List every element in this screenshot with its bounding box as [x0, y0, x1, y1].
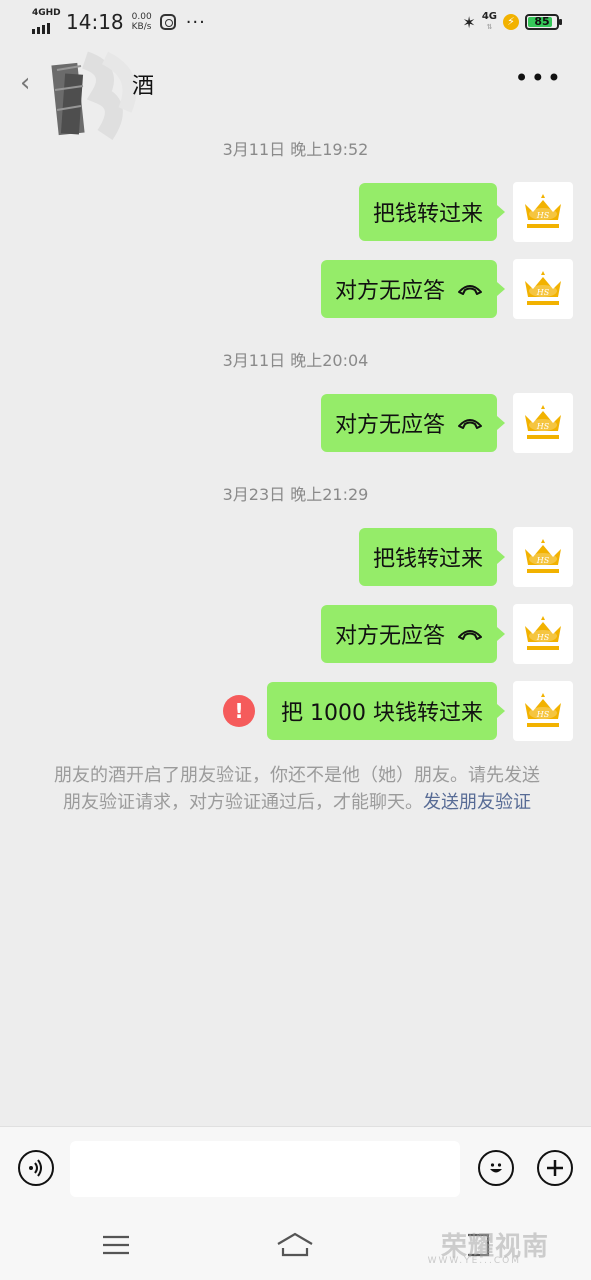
phone-hangup-icon — [458, 630, 482, 640]
crown-avatar-icon: HS — [525, 616, 561, 650]
phone-hangup-icon — [458, 419, 482, 429]
crown-avatar-icon: HS — [525, 271, 561, 305]
call-bubble[interactable]: 对方无应答 — [320, 605, 506, 663]
chat-header: ‹ 酒 ••• — [0, 46, 591, 140]
plus-sign-icon — [547, 1160, 563, 1176]
call-bubble[interactable]: 对方无应答 — [320, 260, 506, 318]
input-bar — [0, 1126, 591, 1211]
svg-text:HS: HS — [536, 710, 550, 719]
status-time: 14:18 — [66, 10, 124, 34]
chat-area: 3月11日 晚上19:52 把钱转过来 HS 对方无应答 HS 3月11日 晚上… — [0, 120, 591, 1126]
emoji-icon[interactable] — [478, 1150, 514, 1186]
system-nav-bar: 荣耀视南 WWW.YE...COM — [0, 1210, 591, 1280]
phone-hangup-icon — [458, 285, 482, 295]
battery-level: 85 — [534, 15, 550, 28]
avatar[interactable]: HS — [513, 259, 573, 319]
text-bubble[interactable]: 把钱转过来 — [358, 183, 506, 241]
crown-avatar-icon: HS — [525, 194, 561, 228]
call-bubble[interactable]: 对方无应答 — [320, 394, 506, 452]
voice-icon[interactable] — [18, 1150, 54, 1186]
message-input[interactable] — [70, 1141, 460, 1197]
crown-avatar-icon: HS — [525, 539, 561, 573]
timestamp: 3月11日 晚上19:52 — [222, 140, 369, 159]
text-bubble[interactable]: 把 1000 块钱转过来 — [267, 682, 505, 740]
status-bar: 4GHD 14:18 0.00 KB/s ··· ✶ 4G ⇅ ⚡ 85 — [0, 0, 591, 46]
svg-text:HS: HS — [536, 422, 550, 431]
message-row: 把钱转过来 HS — [358, 527, 573, 587]
mobile-data-icon: 4G ⇅ — [481, 11, 497, 32]
bluetooth-icon: ✶ — [462, 12, 476, 32]
smiley-face-icon — [490, 1163, 502, 1173]
svg-text:HS: HS — [536, 556, 550, 565]
send-verification-link[interactable]: 发送朋友验证 — [423, 792, 531, 813]
avatar[interactable]: HS — [513, 681, 573, 741]
avatar[interactable]: HS — [513, 604, 573, 664]
send-failed-icon[interactable]: ! — [223, 695, 256, 727]
avatar[interactable]: HS — [513, 393, 573, 453]
charging-icon: ⚡ — [503, 14, 519, 30]
network-speed: 0.00 KB/s — [131, 12, 152, 32]
timestamp: 3月11日 晚上20:04 — [222, 351, 369, 370]
chat-title: 酒 — [132, 74, 155, 99]
menu-icon[interactable] — [96, 1230, 136, 1260]
battery-icon: 85 — [525, 14, 562, 30]
crown-avatar-icon: HS — [525, 405, 561, 439]
signal-icon: 4GHD — [32, 8, 61, 34]
back-arrow-icon[interactable]: ‹ — [20, 68, 30, 98]
message-row: 对方无应答 HS — [320, 393, 573, 453]
home-icon[interactable] — [275, 1230, 315, 1260]
timestamp: 3月23日 晚上21:29 — [222, 485, 369, 504]
more-dots-icon[interactable]: ••• — [515, 64, 563, 92]
svg-text:HS: HS — [536, 211, 550, 220]
message-row: 对方无应答 HS — [320, 259, 573, 319]
message-row: 对方无应答 HS — [320, 604, 573, 664]
notification-app-icon — [159, 14, 176, 30]
avatar[interactable]: HS — [513, 182, 573, 242]
system-notice: 朋友的酒开启了朋友验证，你还不是他（她）朋友。请先发送朋友验证请求，对方验证通过… — [48, 762, 546, 816]
text-bubble[interactable]: 把钱转过来 — [358, 528, 506, 586]
watermark-url: WWW.YE...COM — [427, 1256, 521, 1266]
plus-icon[interactable] — [537, 1150, 573, 1186]
message-row: ! 把 1000 块钱转过来 HS — [223, 681, 573, 741]
avatar[interactable]: HS — [513, 527, 573, 587]
more-notifications-icon: ··· — [185, 11, 206, 33]
voice-wave-icon — [29, 1159, 42, 1177]
message-row: 把钱转过来 HS — [358, 182, 573, 242]
crown-avatar-icon: HS — [525, 693, 561, 727]
svg-text:HS: HS — [536, 288, 550, 297]
svg-text:HS: HS — [536, 633, 550, 642]
